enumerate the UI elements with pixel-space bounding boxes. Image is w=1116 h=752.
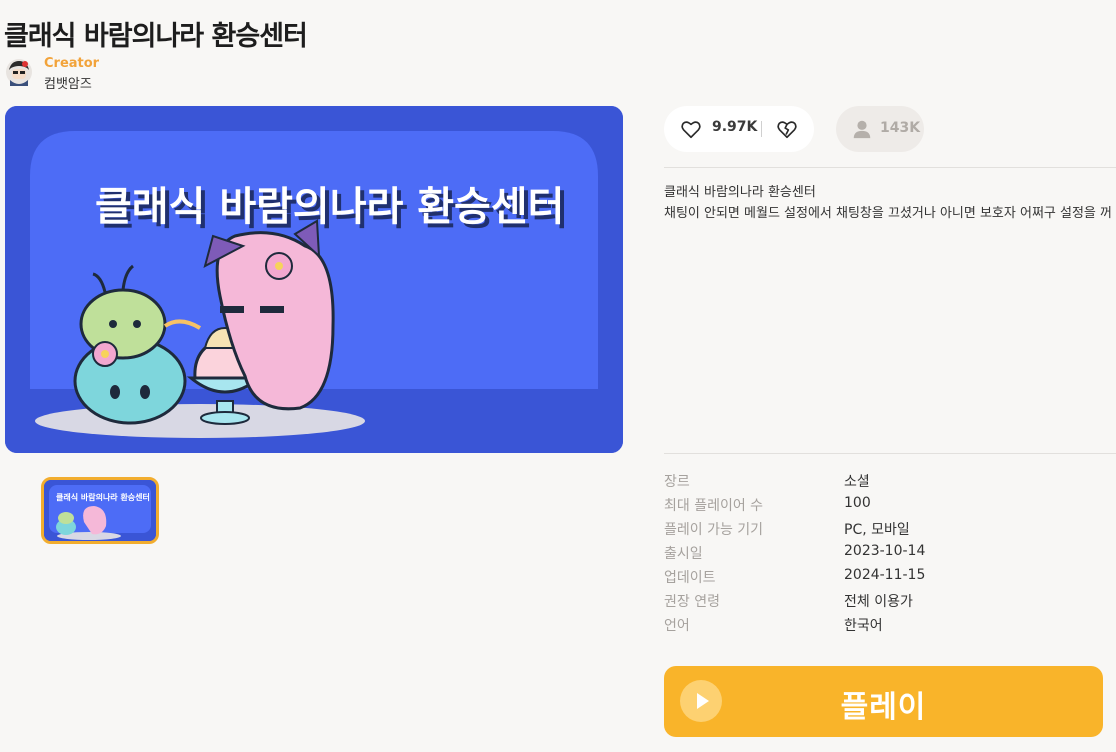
person-icon <box>853 120 871 139</box>
info-row-language: 언어 한국어 <box>664 615 1116 637</box>
creator-avatar[interactable] <box>5 58 33 86</box>
info-label: 플레이 가능 기기 <box>664 522 764 538</box>
banner-title-front: 클래식 바람의나라 환승센터 <box>95 184 564 230</box>
thumbnail-text: 클래식 바람의나라 환승센터 <box>56 492 150 502</box>
info-row-max-players: 최대 플레이어 수 100 <box>664 495 1116 517</box>
info-value: 100 <box>844 495 871 511</box>
heart-icon[interactable] <box>680 118 702 140</box>
divider-top <box>664 167 1116 168</box>
player-count: 143K <box>880 120 921 136</box>
creator-role-label: Creator <box>44 56 100 71</box>
info-label: 출시일 <box>664 546 703 562</box>
info-row-genre: 장르 소셜 <box>664 471 1116 493</box>
hero-image: 클래식 바람의나라 환승센터 클래식 바람의나라 환승센터 <box>5 106 623 453</box>
info-value: PC, 모바일 <box>844 522 910 538</box>
info-value: 한국어 <box>844 618 883 634</box>
info-value: 2024-11-15 <box>844 567 926 583</box>
broken-heart-icon[interactable] <box>776 118 798 140</box>
play-button[interactable]: 플레이 <box>664 666 1103 737</box>
play-button-label: 플레이 <box>840 690 927 725</box>
like-pill: 9.97K <box>664 106 814 152</box>
info-row-release-date: 출시일 2023-10-14 <box>664 543 1116 565</box>
info-label: 업데이트 <box>664 570 716 586</box>
page-title: 클래식 바람의나라 환승센터 <box>4 21 308 52</box>
info-value: 소셜 <box>844 474 870 490</box>
description-line-1: 클래식 바람의나라 환승센터 <box>664 185 816 200</box>
info-label: 장르 <box>664 474 690 490</box>
description-line-2: 채팅이 안되면 메월드 설정에서 채팅창을 끄셨거나 아니면 보호자 어쩌구 설… <box>664 206 1112 221</box>
like-count: 9.97K <box>712 119 758 135</box>
info-label: 언어 <box>664 618 690 634</box>
creator-name[interactable]: 컴뱃암즈 <box>44 73 92 92</box>
info-label: 최대 플레이어 수 <box>664 498 764 514</box>
divider-middle <box>664 453 1116 454</box>
player-count-pill: 143K <box>836 106 924 152</box>
pill-divider <box>761 121 762 137</box>
info-value: 전체 이용가 <box>844 594 913 610</box>
info-label: 권장 연령 <box>664 594 720 610</box>
info-row-age-rating: 권장 연령 전체 이용가 <box>664 591 1116 613</box>
info-value: 2023-10-14 <box>844 543 926 559</box>
info-row-update: 업데이트 2024-11-15 <box>664 567 1116 589</box>
info-row-devices: 플레이 가능 기기 PC, 모바일 <box>664 519 1116 541</box>
thumbnail-1[interactable]: 클래식 바람의나라 환승센터 <box>41 477 159 544</box>
